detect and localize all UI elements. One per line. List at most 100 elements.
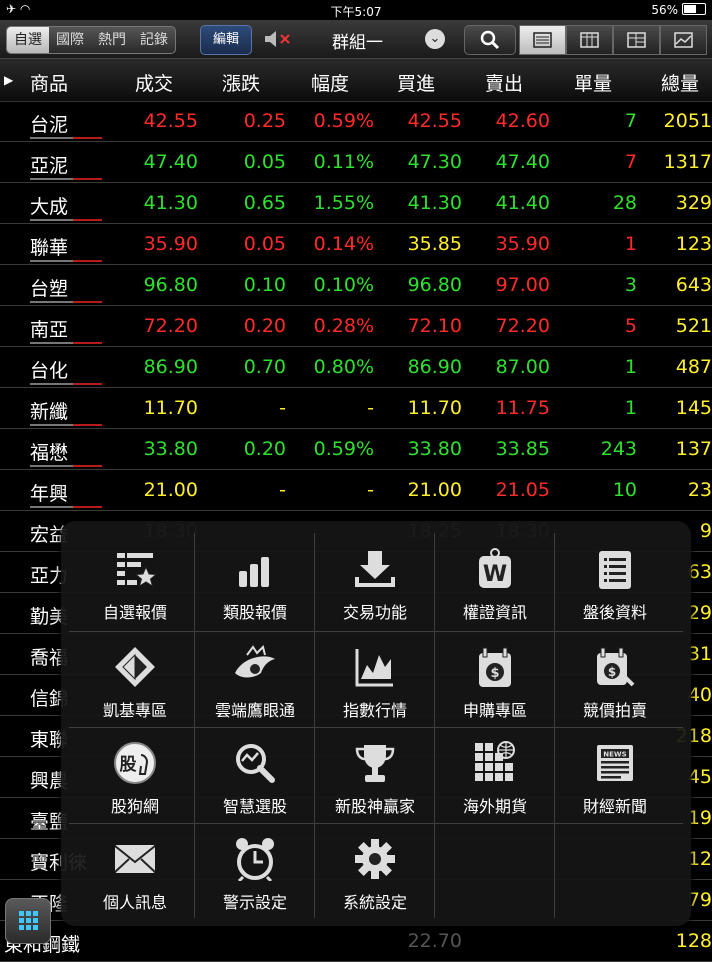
warrant-w-icon: W (473, 547, 517, 591)
col-price[interactable]: 成交 (135, 69, 173, 96)
table-row[interactable]: 聯華 35.90 0.05 0.14% 35.85 35.90 1 123 (0, 224, 712, 265)
table-row[interactable]: 福懋 33.80 0.20 0.59% 33.80 33.85 243 137 (0, 429, 712, 470)
menu-item-label: 申購專區 (462, 701, 527, 720)
menu-item[interactable]: 警示設定 (195, 825, 315, 921)
cell-total: 521 (675, 315, 712, 337)
table-row[interactable]: 台化 86.90 0.70 0.80% 86.90 87.00 1 487 (0, 347, 712, 388)
menu-item-label: 競價拍賣 (582, 701, 647, 720)
menu-item[interactable]: 雲端鷹眼通 (195, 633, 315, 729)
tab-popular[interactable]: 熱門 (91, 27, 133, 53)
gear-icon (353, 837, 397, 881)
name-underline (30, 383, 102, 385)
table-row[interactable]: 新纖 11.70 - - 11.70 11.75 1 145 (0, 388, 712, 429)
cell-total: 79 (687, 889, 712, 911)
index-chart-icon (353, 645, 397, 689)
menu-item-label: 盤後資料 (582, 603, 647, 622)
svg-text:$: $ (608, 665, 616, 679)
menu-item[interactable]: W 權證資訊 (435, 535, 555, 631)
stock-name: 大成 (30, 196, 69, 218)
cell-price: 35.90 (143, 233, 198, 255)
cell-vol: 7 (624, 151, 637, 173)
detail-view-button[interactable] (613, 25, 660, 55)
cell-vol: 1 (624, 356, 637, 378)
menu-item-label: 海外期貨 (462, 797, 527, 816)
menu-item[interactable]: 智慧選股 (195, 729, 315, 825)
cell-total: 128 (675, 930, 712, 952)
menu-item[interactable]: 盤後資料 (555, 535, 675, 631)
cell-price: 96.80 (143, 274, 198, 296)
menu-item[interactable]: 凱基專區 (75, 633, 195, 729)
col-product[interactable]: 商品 (30, 69, 68, 96)
function-menu: 自選報價 類股報價 交易功能 W 權證資訊 盤後資料 凱基專區 雲端鷹眼通 指數行情 $ 申購專區 $… (61, 521, 691, 926)
cell-price: 11.70 (143, 397, 198, 419)
table-row[interactable]: 年興 21.00 - - 21.00 21.05 10 23 (0, 470, 712, 511)
cell-bid: 22.70 (407, 930, 462, 952)
cell-pct: - (367, 397, 374, 419)
list-view-button[interactable] (519, 25, 566, 55)
tab-international[interactable]: 國際 (49, 27, 91, 53)
col-change[interactable]: 漲跌 (222, 69, 260, 96)
table-row[interactable]: 台塑 96.80 0.10 0.10% 96.80 97.00 3 643 (0, 265, 712, 306)
menu-item[interactable]: 指數行情 (315, 633, 435, 729)
cell-ask: 42.60 (495, 110, 550, 132)
svg-text:W: W (483, 562, 507, 587)
menu-item[interactable]: NEWS 財經新聞 (555, 729, 675, 825)
col-volume[interactable]: 單量 (574, 69, 612, 96)
table-row[interactable]: 亞泥 47.40 0.05 0.11% 47.30 47.40 7 1317 (0, 142, 712, 183)
col-percent[interactable]: 幅度 (311, 69, 349, 96)
col-ask[interactable]: 賣出 (485, 69, 523, 96)
tab-history[interactable]: 記錄 (133, 27, 175, 53)
menu-item[interactable]: 系統設定 (315, 825, 435, 921)
expand-arrow-icon[interactable]: ▶ (4, 73, 13, 87)
chart-view-button[interactable] (660, 25, 707, 55)
menu-item[interactable]: 個人訊息 (75, 825, 195, 921)
cell-vol: 243 (600, 438, 637, 460)
group-title[interactable]: 群組一 (315, 28, 400, 53)
tab-watchlist[interactable]: 自選 (7, 27, 49, 53)
cell-chg: - (279, 397, 286, 419)
cell-bid: 11.70 (407, 397, 462, 419)
menu-item[interactable]: $ 申購專區 (435, 633, 555, 729)
menu-item[interactable]: $ 競價拍賣 (555, 633, 675, 729)
cell-vol: 10 (612, 479, 637, 501)
cell-bid: 72.10 (407, 315, 462, 337)
stock-name: 聯華 (30, 237, 69, 259)
cell-pct: 0.10% (313, 274, 374, 296)
svg-text:$: $ (490, 666, 499, 681)
edit-button[interactable]: 編輯 (200, 25, 252, 55)
menu-item[interactable]: 海外期貨 (435, 729, 555, 825)
name-underline (30, 342, 102, 344)
search-button[interactable] (464, 25, 516, 55)
columns-view-button[interactable] (566, 25, 613, 55)
menu-item[interactable]: 新股神贏家 (315, 729, 435, 825)
table-row[interactable]: 大成 41.30 0.65 1.55% 41.30 41.40 28 329 (0, 183, 712, 224)
cell-pct: 0.80% (313, 356, 374, 378)
table-row[interactable]: 東和鋼鐵22.70128 (0, 921, 712, 962)
menu-item[interactable]: 自選報價 (75, 535, 195, 631)
clock: 下午5:07 (330, 5, 382, 19)
cell-total: 643 (675, 274, 712, 296)
col-total[interactable]: 總量 (661, 69, 699, 96)
menu-item[interactable]: 類股報價 (195, 535, 315, 631)
battery-indicator: 56% (651, 3, 706, 17)
table-row[interactable]: 台泥 42.55 0.25 0.59% 42.55 42.60 7 2051 (0, 101, 712, 142)
menu-item-label: 凱基專區 (102, 701, 167, 720)
name-underline (30, 260, 102, 262)
table-row[interactable]: 南亞 72.20 0.20 0.28% 72.10 72.20 5 521 (0, 306, 712, 347)
col-bid[interactable]: 買進 (397, 69, 435, 96)
menu-item[interactable]: 股股狗網 (75, 729, 195, 825)
cell-bid: 96.80 (407, 274, 462, 296)
cell-total: 23 (687, 479, 712, 501)
status-bar: ✈ ︎◠ 下午5:07 56% (0, 0, 712, 20)
cell-vol: 1 (624, 397, 637, 419)
cell-pct: 0.59% (313, 438, 374, 460)
chevron-down-icon[interactable]: ⌄ (425, 29, 445, 49)
menu-button[interactable] (5, 898, 51, 944)
menu-item-label: 智慧選股 (222, 797, 287, 816)
menu-item[interactable]: 交易功能 (315, 535, 435, 631)
menu-divider (69, 631, 683, 632)
name-underline (30, 301, 102, 303)
menu-item-label: 雲端鷹眼通 (214, 701, 295, 720)
mail-icon (113, 837, 157, 881)
mute-icon[interactable] (263, 29, 293, 49)
